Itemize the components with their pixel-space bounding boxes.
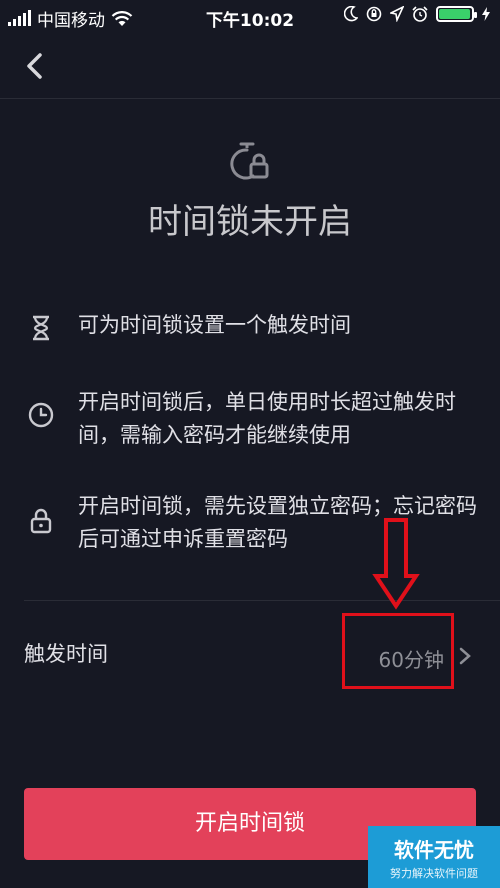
alarm-icon xyxy=(412,6,428,22)
location-icon xyxy=(390,6,404,22)
clock-icon xyxy=(28,402,54,428)
navigation-bar xyxy=(0,34,500,99)
hourglass-icon xyxy=(33,315,49,341)
status-right xyxy=(344,6,490,22)
watermark-title: 软件无忧 xyxy=(394,838,474,862)
watermark-logo: 软件无忧 努力解决软件问题 xyxy=(368,826,500,888)
lock-icon xyxy=(30,508,52,534)
annotation-arrow xyxy=(372,518,420,610)
charging-icon xyxy=(482,7,490,21)
rotation-lock-icon xyxy=(366,6,382,22)
feature-text: 可为时间锁设置一个触发时间 xyxy=(78,313,351,337)
page-title: 时间锁未开启 xyxy=(148,202,352,242)
feature-item-trigger-time: 可为时间锁设置一个触发时间 xyxy=(28,313,478,349)
timer-lock-icon xyxy=(230,142,269,180)
divider xyxy=(24,600,500,601)
chevron-right-icon xyxy=(459,647,471,665)
feature-text: 开启时间锁后，单日使用时长超过触发时间，需输入密码才能继续使用 xyxy=(78,390,456,447)
battery-icon xyxy=(436,6,477,22)
back-icon[interactable] xyxy=(20,50,50,82)
watermark-subtitle: 努力解决软件问题 xyxy=(390,867,478,880)
status-bar: 中国移动 下午10:02 xyxy=(0,0,500,34)
moon-icon xyxy=(344,6,358,22)
annotation-highlight-box xyxy=(342,613,454,689)
trigger-time-label: 触发时间 xyxy=(24,642,108,666)
feature-item-usage-limit: 开启时间锁后，单日使用时长超过触发时间，需输入密码才能继续使用 xyxy=(28,388,478,458)
